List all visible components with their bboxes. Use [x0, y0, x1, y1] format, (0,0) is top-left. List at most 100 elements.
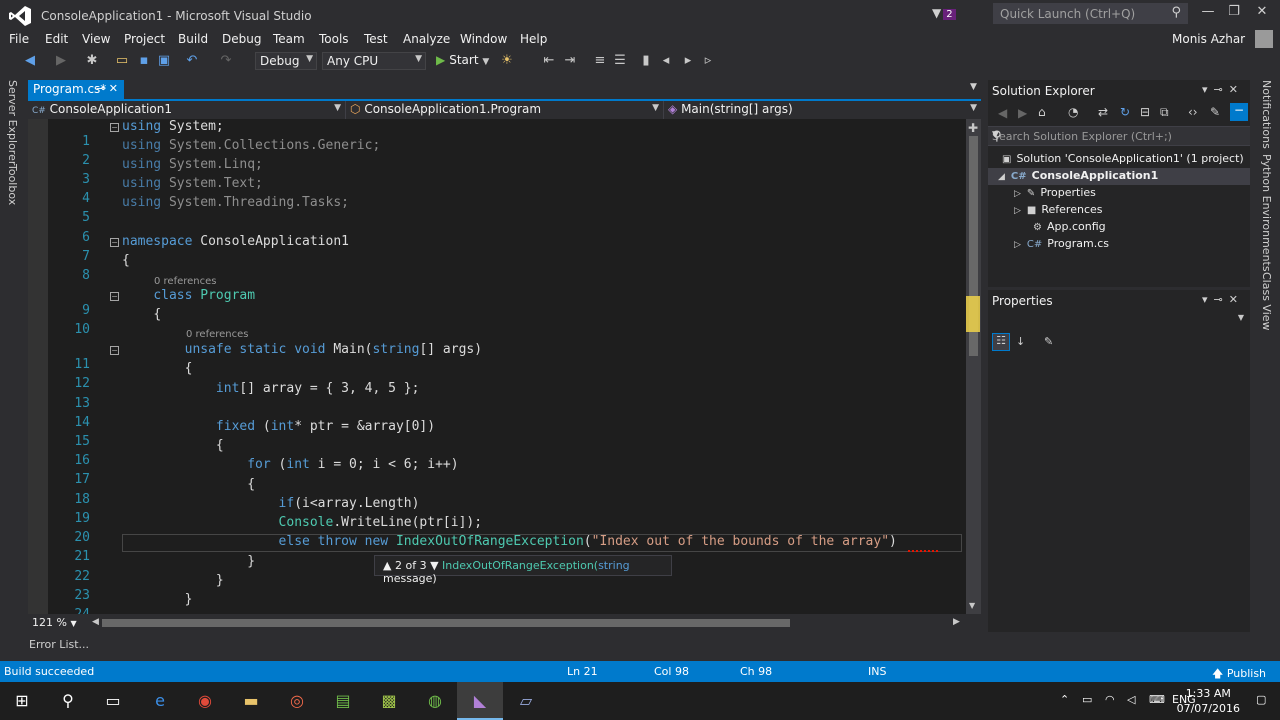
sync-icon[interactable]: ⇄: [1098, 105, 1108, 119]
menu-debug[interactable]: Debug: [222, 32, 261, 46]
collapse-all-icon[interactable]: ⊟: [1140, 105, 1150, 119]
open-file-icon[interactable]: ▭: [114, 53, 130, 69]
maximize-button[interactable]: ❐: [1222, 4, 1246, 24]
recorder-app-icon[interactable]: ◎: [285, 690, 309, 712]
menu-build[interactable]: Build: [178, 32, 208, 46]
start-button[interactable]: ▶ Start ▼: [436, 53, 489, 67]
menu-analyze[interactable]: Analyze: [403, 32, 450, 46]
codelens-references[interactable]: 0 references: [154, 276, 217, 287]
wifi-icon[interactable]: ◠: [1105, 693, 1115, 706]
tree-item-program-cs[interactable]: ▷ C# Program.cs: [1014, 237, 1109, 250]
windows-start-icon[interactable]: ⊞: [10, 690, 34, 712]
history-icon[interactable]: ◔: [1068, 105, 1078, 119]
tree-item-project[interactable]: ◢ C# ConsoleApplication1: [998, 169, 1158, 182]
type-select[interactable]: ⬡ ConsoleApplication1.Program ▼: [346, 101, 664, 119]
avatar[interactable]: [1255, 30, 1273, 48]
save-icon[interactable]: ▪: [136, 53, 152, 69]
tree-item-properties[interactable]: ▷ ✎ Properties: [1014, 186, 1096, 199]
bookmark-icon[interactable]: ▮: [638, 53, 654, 69]
collapse-icon[interactable]: −: [110, 292, 119, 301]
forward-icon[interactable]: ▶: [1018, 106, 1027, 120]
menu-window[interactable]: Window: [460, 32, 507, 46]
volume-icon[interactable]: ◁: [1127, 693, 1135, 706]
android-studio-icon[interactable]: ◍: [423, 690, 447, 712]
properties-wrench-icon[interactable]: ✎: [1210, 105, 1220, 119]
chevron-down-icon[interactable]: ▼: [970, 82, 977, 92]
toolbox-tab[interactable]: Toolbox: [6, 164, 19, 205]
file-explorer-icon[interactable]: ▬: [239, 690, 263, 712]
home-icon[interactable]: ⌂: [1038, 105, 1046, 119]
menu-file[interactable]: File: [9, 32, 29, 46]
uncomment-icon[interactable]: ☰: [612, 53, 628, 69]
pin-icon[interactable]: ⊸ ✕: [96, 82, 118, 95]
menu-edit[interactable]: Edit: [45, 32, 68, 46]
bookmark-clear-icon[interactable]: ▹: [700, 53, 716, 69]
back-icon[interactable]: ◀: [998, 106, 1007, 120]
python-environments-tab[interactable]: Python Environments: [1260, 154, 1273, 272]
tree-item-references[interactable]: ▷ ■ References: [1014, 203, 1103, 216]
show-all-files-icon[interactable]: ⧉: [1160, 105, 1169, 120]
battery-icon[interactable]: ▭: [1082, 693, 1092, 706]
quick-launch-input[interactable]: Quick Launch (Ctrl+Q) ⚲: [993, 3, 1188, 24]
solution-configuration-select[interactable]: Debug ▼: [255, 52, 317, 70]
visual-studio-taskbar-icon[interactable]: ◣: [468, 690, 492, 712]
forward-icon[interactable]: ▶: [53, 53, 69, 69]
notes-app-icon[interactable]: ▱: [514, 690, 538, 712]
comment-icon[interactable]: ≡: [592, 53, 608, 69]
close-window-button[interactable]: ✕: [1250, 4, 1274, 24]
collapse-icon[interactable]: −: [110, 346, 119, 355]
refresh-icon[interactable]: ↻: [1120, 105, 1130, 119]
scroll-left-icon[interactable]: ◀: [92, 617, 99, 627]
bookmark-prev-icon[interactable]: ◂: [658, 53, 674, 69]
chrome-icon[interactable]: ◉: [193, 690, 217, 712]
project-select[interactable]: C# ConsoleApplication1 ▼: [28, 101, 346, 119]
menu-project[interactable]: Project: [124, 32, 165, 46]
clock[interactable]: 1:33 AM 07/07/2016: [1177, 686, 1240, 716]
browser-link-icon[interactable]: ☀: [499, 53, 515, 69]
preview-icon[interactable]: −: [1230, 103, 1248, 121]
notifications-tab[interactable]: Notifications: [1260, 80, 1273, 149]
minimize-button[interactable]: —: [1196, 4, 1220, 24]
scroll-down-icon[interactable]: ▼: [969, 601, 975, 610]
show-hidden-icons-icon[interactable]: ⌃: [1060, 693, 1069, 706]
menu-help[interactable]: Help: [520, 32, 547, 46]
undo-icon[interactable]: ↶: [184, 53, 200, 69]
keyboard-icon[interactable]: ⌨: [1149, 693, 1165, 706]
split-icon[interactable]: ✚: [968, 121, 978, 135]
tree-item-solution[interactable]: ▣ Solution 'ConsoleApplication1' (1 proje…: [1002, 152, 1244, 165]
menu-test[interactable]: Test: [364, 32, 388, 46]
back-icon[interactable]: ◀: [22, 53, 38, 69]
save-all-icon[interactable]: ▣: [156, 53, 172, 69]
overload-down-icon[interactable]: ▼: [430, 559, 438, 572]
new-project-icon[interactable]: ✱: [84, 53, 100, 69]
object-selector[interactable]: ▼: [988, 312, 1250, 328]
solution-platform-select[interactable]: Any CPU ▼: [322, 52, 426, 70]
chevron-down-icon[interactable]: ▼: [992, 130, 1244, 140]
menu-team[interactable]: Team: [273, 32, 305, 46]
redo-icon[interactable]: ↷: [218, 53, 234, 69]
horizontal-scroll-thumb[interactable]: [102, 619, 790, 627]
notepad-app-icon[interactable]: ▤: [331, 690, 355, 712]
collapse-icon[interactable]: −: [110, 238, 119, 247]
edge-browser-icon[interactable]: e: [148, 690, 172, 712]
notifications-flag[interactable]: ▼ 2: [932, 6, 956, 20]
menu-tools[interactable]: Tools: [319, 32, 349, 46]
panel-controls[interactable]: ▾⊸✕: [1202, 293, 1244, 306]
tree-item-app-config[interactable]: ⚙ App.config: [1033, 220, 1106, 233]
overload-up-icon[interactable]: ▲: [383, 559, 391, 572]
step-icon[interactable]: ⇤: [541, 53, 557, 69]
step-over-icon[interactable]: ⇥: [562, 53, 578, 69]
member-select[interactable]: ◈ Main(string[] args) ▼: [664, 101, 981, 119]
zoom-level[interactable]: 121 % ▼: [32, 616, 77, 629]
collapse-icon[interactable]: −: [110, 123, 119, 132]
property-pages-icon[interactable]: ✎: [1044, 335, 1053, 348]
solution-explorer-search[interactable]: Search Solution Explorer (Ctrl+;) ⚲ ▼: [988, 126, 1250, 146]
view-code-icon[interactable]: ‹›: [1188, 105, 1198, 119]
search-icon[interactable]: ⚲: [56, 690, 80, 712]
code-editor[interactable]: 1 − using System; 2 using System.Collect…: [28, 119, 966, 614]
user-name[interactable]: Monis Azhar: [1172, 32, 1245, 46]
signature-help-popup[interactable]: ▲ 2 of 3 ▼ IndexOutOfRangeException(stri…: [374, 555, 672, 585]
error-list-tab[interactable]: Error List...: [29, 638, 89, 651]
menu-view[interactable]: View: [82, 32, 110, 46]
alphabetical-icon[interactable]: ↓: [1016, 335, 1025, 348]
